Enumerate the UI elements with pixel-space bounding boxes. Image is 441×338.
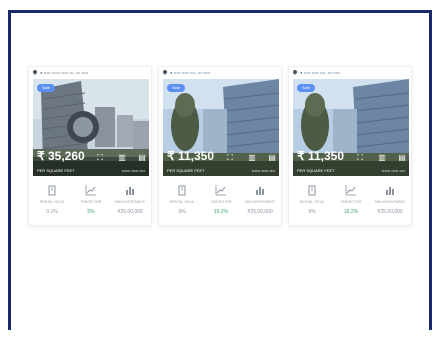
- price-per-sqft: ₹ 11,350: [297, 149, 345, 163]
- listing-badge: Sale: [167, 84, 186, 92]
- map-pin-icon: [163, 70, 168, 75]
- property-photo[interactable]: Sale ₹ 11,350 ⛶ ▥ ▤ PER SQUARE FEET ••••…: [163, 79, 279, 176]
- stat-label: MIN INVESTMENT: [375, 200, 405, 204]
- stat-value: 9%: [178, 209, 186, 215]
- property-card[interactable]: ● ••••• ••••• ••••, ••• ••••• Sale ₹ 11,…: [158, 66, 282, 226]
- price-per-sqft: ₹ 35,260: [37, 149, 85, 163]
- stat-rental-yield: RENTAL YIELD 0.1%: [33, 182, 71, 222]
- stat-value: ₹25,00,000: [247, 209, 273, 215]
- property-address: ● ••••• ••••• ••••, ••• •••••: [163, 70, 279, 78]
- building-icon[interactable]: ▥: [247, 153, 257, 163]
- stat-target-irr: TARGET IRR 16.2%: [202, 182, 240, 222]
- stat-label: MIN INVESTMENT: [245, 200, 275, 204]
- stat-rental-yield: RENTAL YIELD 9%: [163, 182, 201, 222]
- listing-badge: Sale: [297, 84, 316, 92]
- photo-meta: •••••• ••••• ••••: [251, 168, 275, 173]
- price-unit-label: PER SQUARE FEET: [297, 168, 335, 173]
- stat-min-investment: MIN INVESTMENT ₹25,00,000: [111, 182, 149, 222]
- price-unit-label: PER SQUARE FEET: [37, 168, 75, 173]
- bar-chart-icon: [386, 187, 394, 195]
- stat-rental-yield: RENTAL YIELD 9%: [293, 182, 331, 222]
- document-icon[interactable]: ▤: [137, 153, 147, 163]
- photo-meta: •••••• ••••• ••••: [121, 168, 145, 173]
- building-icon: [178, 185, 186, 196]
- stat-label: MIN INVESTMENT: [115, 200, 145, 204]
- map-pin-icon: [33, 70, 38, 75]
- fullscreen-icon[interactable]: ⛶: [355, 153, 365, 163]
- card-stats: RENTAL YIELD 9% TARGET IRR 16.2% MIN INV…: [163, 182, 279, 222]
- bar-chart-icon: [126, 187, 134, 195]
- stat-label: TARGET IRR: [210, 200, 232, 204]
- property-card[interactable]: ● ••••• ••••• ••••, ••• ••••• Sale ₹ 11,…: [288, 66, 412, 226]
- stat-value: ₹25,00,000: [377, 209, 403, 215]
- chart-line-icon: [345, 185, 356, 196]
- stat-target-irr: TARGET IRR 16.2%: [332, 182, 370, 222]
- card-stats: RENTAL YIELD 0.1% TARGET IRR 5% MIN INVE…: [33, 182, 149, 222]
- price-unit-label: PER SQUARE FEET: [167, 168, 205, 173]
- property-address: ● ••••• •••••• ••••• •••, ••• •••••: [33, 70, 149, 78]
- property-card-list: ● ••••• •••••• ••••• •••, ••• ••••• Sale…: [28, 66, 412, 226]
- stat-min-investment: MIN INVESTMENT ₹25,00,000: [241, 182, 279, 222]
- stat-value: ₹25,00,000: [117, 209, 143, 215]
- building-icon[interactable]: ▥: [117, 153, 127, 163]
- stat-value: 5%: [87, 209, 95, 215]
- building-icon: [48, 185, 56, 196]
- stat-label: RENTAL YIELD: [299, 200, 325, 204]
- document-icon[interactable]: ▤: [267, 153, 277, 163]
- chart-line-icon: [215, 185, 226, 196]
- document-icon[interactable]: ▤: [397, 153, 407, 163]
- price-per-sqft: ₹ 11,350: [167, 149, 215, 163]
- stat-min-investment: MIN INVESTMENT ₹25,00,000: [371, 182, 409, 222]
- stat-label: TARGET IRR: [340, 200, 362, 204]
- stat-label: TARGET IRR: [80, 200, 102, 204]
- property-address: ● ••••• ••••• ••••, ••• •••••: [293, 70, 409, 78]
- stat-label: RENTAL YIELD: [169, 200, 195, 204]
- chart-line-icon: [85, 185, 96, 196]
- card-stats: RENTAL YIELD 9% TARGET IRR 16.2% MIN INV…: [293, 182, 409, 222]
- stat-target-irr: TARGET IRR 5%: [72, 182, 110, 222]
- map-pin-icon: [293, 70, 298, 75]
- property-photo[interactable]: Sale ₹ 11,350 ⛶ ▥ ▤ PER SQUARE FEET ••••…: [293, 79, 409, 176]
- fullscreen-icon[interactable]: ⛶: [95, 153, 105, 163]
- photo-meta: •••••• ••••• ••••: [381, 168, 405, 173]
- building-icon: [308, 185, 316, 196]
- property-photo[interactable]: Sale ₹ 35,260 ⛶ ▥ ▤ PER SQUARE FEET ••••…: [33, 79, 149, 176]
- bar-chart-icon: [256, 187, 264, 195]
- stat-value: 16.2%: [343, 209, 359, 215]
- property-card[interactable]: ● ••••• •••••• ••••• •••, ••• ••••• Sale…: [28, 66, 152, 226]
- stat-value: 9%: [308, 209, 316, 215]
- fullscreen-icon[interactable]: ⛶: [225, 153, 235, 163]
- building-icon[interactable]: ▥: [377, 153, 387, 163]
- listing-badge: Sale: [37, 84, 56, 92]
- stat-value: 0.1%: [46, 209, 58, 215]
- stat-value: 16.2%: [213, 209, 229, 215]
- stat-label: RENTAL YIELD: [39, 200, 65, 204]
